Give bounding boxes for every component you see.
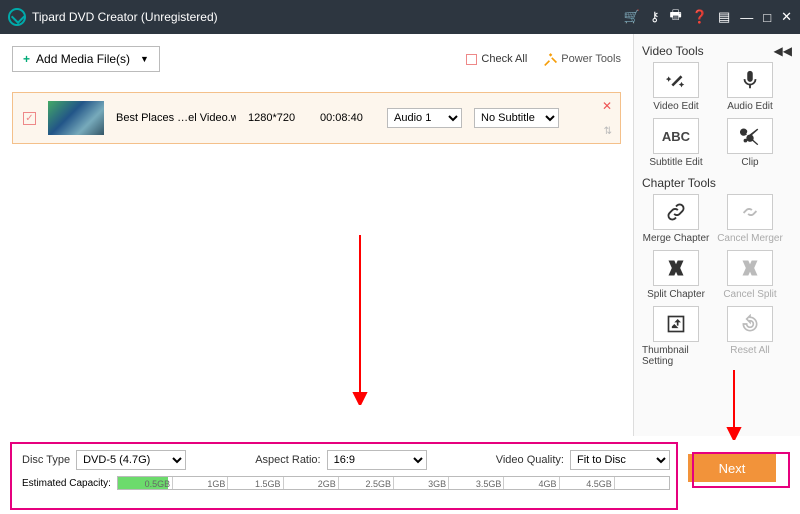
check-all[interactable]: Check All <box>466 53 527 65</box>
tool-merge-chapter[interactable]: Merge Chapter <box>642 194 710 244</box>
collapse-icon[interactable]: ◀◀ <box>774 44 792 58</box>
video-quality-select[interactable]: Fit to Disc <box>570 450 670 470</box>
reset-icon <box>740 314 760 334</box>
titlebar: Tipard DVD Creator (Unregistered) 🛒 ⚷ 🖶 … <box>0 0 800 34</box>
tools-sidebar: Video Tools ◀◀ Video Edit Audio Edit ABC… <box>633 34 800 436</box>
image-arrow-icon <box>666 314 686 334</box>
unlink-icon <box>739 201 761 223</box>
maximize-icon[interactable]: □ <box>763 10 771 25</box>
item-filename: Best Places …el Video.wmv <box>116 112 236 124</box>
media-item[interactable]: ✓ Best Places …el Video.wmv 1280*720 00:… <box>12 92 621 144</box>
plus-icon: + <box>23 52 30 66</box>
minimize-icon[interactable]: — <box>740 10 753 25</box>
print-icon[interactable]: 🖶 <box>669 6 681 28</box>
aspect-ratio-select[interactable]: 16:9 <box>327 450 427 470</box>
close-window-icon[interactable]: ✕ <box>781 9 792 25</box>
tools-icon <box>543 52 557 66</box>
add-media-button[interactable]: + Add Media File(s) ▼ <box>12 46 160 72</box>
link-icon <box>665 201 687 223</box>
wand-icon <box>665 69 687 91</box>
tool-split-chapter[interactable]: Split Chapter <box>642 250 710 300</box>
titlebar-tray: 🛒 ⚷ 🖶 ❓ ▤ — □ ✕ <box>624 6 792 28</box>
chapter-tools-title: Chapter Tools <box>642 176 716 190</box>
main-panel: + Add Media File(s) ▼ Check All Power To… <box>0 34 633 436</box>
add-media-label: Add Media File(s) <box>36 52 130 66</box>
disc-type-select[interactable]: DVD-5 (4.7G) <box>76 450 186 470</box>
check-all-label: Check All <box>481 53 527 65</box>
tool-clip[interactable]: Clip <box>716 118 784 168</box>
tool-video-edit[interactable]: Video Edit <box>642 62 710 112</box>
capacity-label: Estimated Capacity: <box>22 478 111 489</box>
bottom-panel: Disc Type DVD-5 (4.7G) Aspect Ratio: 16:… <box>10 442 790 510</box>
remove-item-icon[interactable]: ✕ <box>602 99 612 113</box>
abc-icon: ABC <box>653 118 699 154</box>
capacity-bar: 0.5GB1GB1.5GB2GB2.5GB3GB3.5GB4GB4.5GB <box>117 476 670 490</box>
audio-select[interactable]: Audio 1 <box>387 108 462 128</box>
tool-reset-all[interactable]: Reset All <box>716 306 784 367</box>
sort-icon[interactable]: ⇅ <box>604 126 612 137</box>
app-logo-icon <box>8 8 26 26</box>
tool-cancel-merger[interactable]: Cancel Merger <box>716 194 784 244</box>
scissors-icon <box>739 125 761 147</box>
item-checkbox[interactable]: ✓ <box>23 112 36 125</box>
help-icon[interactable]: ❓ <box>692 9 708 25</box>
tool-thumbnail-setting[interactable]: Thumbnail Setting <box>642 306 710 367</box>
chevron-down-icon: ▼ <box>140 54 149 64</box>
aspect-ratio-label: Aspect Ratio: <box>255 454 320 466</box>
app-title: Tipard DVD Creator (Unregistered) <box>32 10 624 24</box>
menu-icon[interactable]: ▤ <box>718 9 730 25</box>
tool-cancel-split[interactable]: Cancel Split <box>716 250 784 300</box>
video-tools-title: Video Tools <box>642 44 704 58</box>
tool-subtitle-edit[interactable]: ABCSubtitle Edit <box>642 118 710 168</box>
video-quality-label: Video Quality: <box>496 454 564 466</box>
item-duration: 00:08:40 <box>320 112 375 124</box>
split-icon <box>666 258 686 278</box>
power-tools-label: Power Tools <box>561 53 621 65</box>
next-button[interactable]: Next <box>688 454 776 482</box>
key-icon[interactable]: ⚷ <box>650 9 660 25</box>
cart-icon[interactable]: 🛒 <box>624 9 640 25</box>
microphone-icon <box>739 69 761 91</box>
cancel-split-icon <box>740 258 760 278</box>
power-tools[interactable]: Power Tools <box>543 52 621 66</box>
disc-type-label: Disc Type <box>22 454 70 466</box>
thumbnail <box>48 101 104 135</box>
subtitle-select[interactable]: No Subtitle <box>474 108 559 128</box>
item-resolution: 1280*720 <box>248 112 308 124</box>
checkbox-icon <box>466 54 477 65</box>
tool-audio-edit[interactable]: Audio Edit <box>716 62 784 112</box>
